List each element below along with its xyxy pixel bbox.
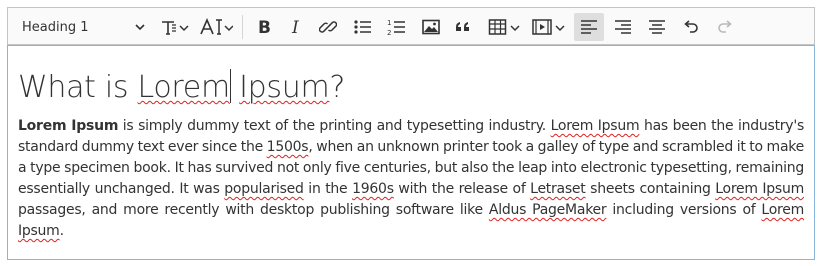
heading-text-after-caret: Ipsum? [239,70,346,105]
redo-icon [718,20,732,33]
svg-text:I: I [291,18,299,36]
link-button[interactable] [314,13,342,41]
content-heading[interactable]: What is Lorem Ipsum? [18,68,804,108]
paragraph-text: sheets containing [585,181,716,197]
numbered-list-icon: 1 2 [387,19,405,36]
heading-dropdown-value: Heading 1 [22,19,89,35]
redo-button[interactable] [710,13,740,41]
svg-text:B: B [258,18,271,36]
insert-media-button[interactable] [530,13,568,41]
align-center-button[interactable] [642,13,672,41]
paragraph-text: passages, and more recently with desktop… [18,202,489,218]
editor-toolbar: Heading 1 B I 1 2 [7,7,815,45]
italic-icon: I [291,18,299,36]
paragraph-text: is simply dummy text of the printing and… [118,118,551,134]
align-right-icon [615,20,631,34]
insert-image-button[interactable] [417,13,445,41]
svg-text:1: 1 [387,19,391,27]
text-style-icon [162,21,189,35]
misspelled-word: Lorem [137,70,230,105]
align-right-button[interactable] [608,13,638,41]
misspelled-word: 1960s [352,181,394,197]
paragraph-text: in the [303,181,353,197]
undo-button[interactable] [676,13,706,41]
misspelled-word: Ipsum [239,70,330,105]
heading-dropdown[interactable]: Heading 1 [12,12,154,42]
quote-icon [456,22,469,31]
italic-button[interactable]: I [282,13,310,41]
paragraph-text: with the release of [393,181,531,197]
font-size-button[interactable] [198,13,234,41]
misspelled-word: 1500s [266,139,309,155]
numbered-list-button[interactable]: 1 2 [383,13,411,41]
font-size-icon [200,18,233,35]
misspelled-word: popularised [224,181,304,197]
toolbar-separator [242,15,243,39]
paragraph-text: . [59,223,64,239]
media-icon [532,19,565,35]
misspelled-word: Lorem Ipsum [550,118,640,134]
bulleted-list-button[interactable] [349,13,377,41]
misspelled-word: Aldus PageMaker [488,202,607,218]
align-left-icon [581,20,597,34]
link-icon [319,21,337,33]
svg-text:2: 2 [387,29,391,36]
content-paragraph[interactable]: Lorem Ipsum is simply dummy text of the … [18,116,804,242]
heading-text-before-caret: What is Lorem [18,70,230,105]
align-left-button[interactable] [574,13,604,41]
insert-table-button[interactable] [486,13,524,41]
misspelled-word: Letraset [530,181,586,197]
align-center-icon [649,20,665,34]
bulleted-list-icon [354,20,371,34]
bold-text: Lorem Ipsum [18,118,119,134]
rich-text-editor: Heading 1 B I 1 2 What is Lorem Ipsum? L… [7,7,815,260]
table-icon [488,19,520,35]
misspelled-word: Lorem Ipsum [715,181,804,197]
block-quote-button[interactable] [449,13,477,41]
bold-icon: B [258,18,271,36]
image-icon [422,19,440,35]
text-style-button[interactable] [158,13,192,41]
chevron-down-icon [135,24,145,31]
editor-content-area[interactable]: What is Lorem Ipsum? Lorem Ipsum is simp… [7,45,815,260]
paragraph-text: including versions of [606,202,762,218]
bold-button[interactable]: B [250,13,278,41]
undo-icon [684,20,698,33]
